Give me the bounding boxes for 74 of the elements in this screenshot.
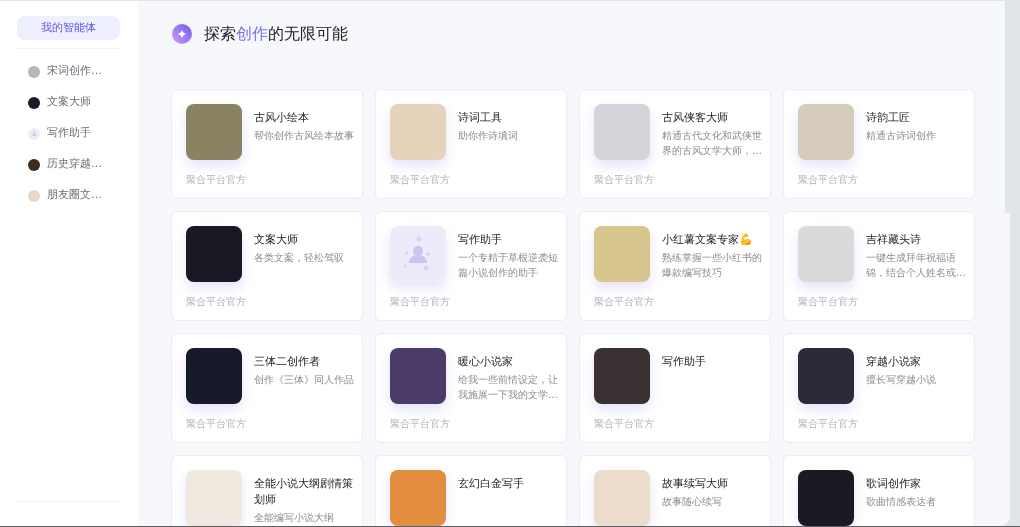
agent-description: 熟练掌握一些小红书的爆款编写技巧 [662,251,763,280]
agent-description: 一个专精于草根逆袭短篇小说创作的助手 [458,251,559,280]
agent-card[interactable]: 写作助手 一个专精于草根逆袭短篇小说创作的助手 聚合平台官方 [375,211,567,321]
publisher-label: 聚合平台官方 [390,173,450,187]
publisher-label: 聚合平台官方 [186,417,246,431]
publisher-label: 聚合平台官方 [594,295,654,309]
agent-card[interactable]: 诗词工具 助你作诗填词 聚合平台官方 [375,89,567,199]
sidebar-item-label: 文案大师 [47,94,91,111]
default-avatar-icon [28,127,40,140]
sidebar-item[interactable]: 写作助手 [17,118,120,149]
agent-name: 全能小说大纲剧情策划师 [254,476,354,508]
agent-name: 古风侠客大师 [662,110,728,126]
agent-name: 吉祥藏头诗 [866,232,921,248]
page-title: 探索创作的无限可能 [204,23,348,45]
default-avatar-icon [390,226,446,282]
publisher-label: 聚合平台官方 [798,173,858,187]
agent-description: 一键生成拜年祝福语锦，结合个人姓名或… [866,251,967,280]
agent-card[interactable]: 三体二创作者 创作《三体》同人作品 聚合平台官方 [171,333,363,443]
sidebar-item-label: 历史穿越… [47,156,102,173]
agent-description: 歌曲情感表达者 [866,495,937,509]
agent-name: 诗词工具 [458,110,502,126]
agent-card[interactable]: 诗韵工匠 精通古诗词创作 聚合平台官方 [783,89,975,199]
agent-name: 小红薯文案专家 [662,232,739,248]
publisher-label: 聚合平台官方 [798,417,858,431]
agent-description: 擅长写穿越小说 [866,373,937,387]
publisher-label: 聚合平台官方 [390,295,450,309]
agent-description: 精通古诗词创作 [866,129,937,143]
sidebar-item[interactable]: 朋友圈文… [17,180,120,211]
agent-card[interactable]: 故事续写大师 故事随心续写 [579,455,771,526]
agent-description: 创作《三体》同人作品 [254,373,355,387]
agent-name: 暖心小说家 [458,354,513,370]
agent-card[interactable]: 吉祥藏头诗 一键生成拜年祝福语锦，结合个人姓名或… 聚合平台官方 [783,211,975,321]
sidebar-item-label: 宋词创作… [47,63,102,80]
flexed-biceps-icon: 💪 [739,232,753,248]
agent-card[interactable]: 古风侠客大师 精通古代文化和武侠世界的古风文学大师，… 聚合平台官方 [579,89,771,199]
agent-name: 古风小绘本 [254,110,309,126]
sidebar-item-label: 朋友圈文… [47,187,102,204]
agent-card[interactable]: 玄幻白金写手 [375,455,567,526]
agent-card[interactable]: 文案大师 各类文案，轻松驾驭 聚合平台官方 [171,211,363,321]
agent-name: 穿越小说家 [866,354,921,370]
sparkle-icon [172,24,192,44]
sidebar-item[interactable]: 宋词创作… [17,56,120,87]
publisher-label: 聚合平台官方 [186,173,246,187]
publisher-label: 聚合平台官方 [186,295,246,309]
sidebar-item-label: 写作助手 [47,125,91,142]
agent-description: 助你作诗填词 [458,129,519,143]
my-agents-button[interactable]: 我的智能体 [17,16,120,40]
agent-description: 故事随心续写 [662,495,723,509]
agent-card[interactable]: 暖心小说家 给我一些前情设定，让我施展一下我的文学… 聚合平台官方 [375,333,567,443]
agent-description: 各类文案，轻松驾驭 [254,251,345,265]
agent-name: 三体二创作者 [254,354,320,370]
publisher-label: 聚合平台官方 [594,417,654,431]
agent-name: 写作助手 [458,232,502,248]
agent-card[interactable]: 小红薯文案专家💪 熟练掌握一些小红书的爆款编写技巧 聚合平台官方 [579,211,771,321]
sidebar-item[interactable]: 历史穿越… [17,149,120,180]
agent-name: 诗韵工匠 [866,110,910,126]
agent-name: 故事续写大师 [662,476,728,492]
agent-card[interactable]: 歌词创作家 歌曲情感表达者 [783,455,975,526]
agent-card[interactable]: 全能小说大纲剧情策划师 全能编写小说大纲 [171,455,363,526]
agent-description: 精通古代文化和武侠世界的古风文学大师，… [662,129,763,158]
sidebar-item[interactable]: 文案大师 [17,87,120,118]
agent-card[interactable]: 古风小绘本 帮你创作古风绘本故事 聚合平台官方 [171,89,363,199]
agent-description: 帮你创作古风绘本故事 [254,129,355,143]
agent-name: 歌词创作家 [866,476,921,492]
agent-card[interactable]: 穿越小说家 擅长写穿越小说 聚合平台官方 [783,333,975,443]
publisher-label: 聚合平台官方 [798,295,858,309]
agent-name: 玄幻白金写手 [458,476,524,492]
agent-description: 给我一些前情设定，让我施展一下我的文学… [458,373,559,402]
agent-name: 文案大师 [254,232,298,248]
publisher-label: 聚合平台官方 [594,173,654,187]
agent-description: 全能编写小说大纲 [254,511,335,525]
agent-name: 写作助手 [662,354,706,370]
publisher-label: 聚合平台官方 [390,417,450,431]
agent-card[interactable]: 写作助手 聚合平台官方 [579,333,771,443]
